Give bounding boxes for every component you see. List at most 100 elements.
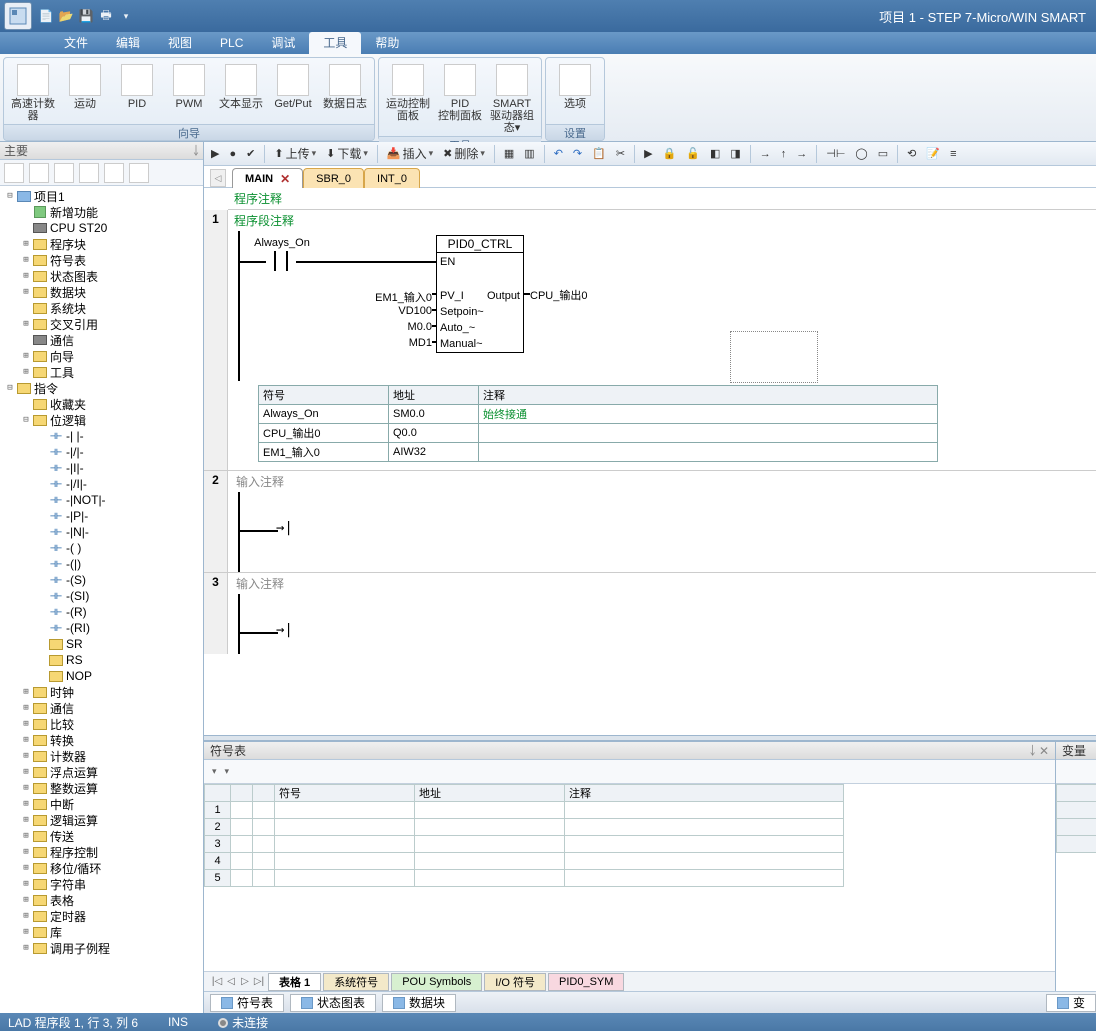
tree-调用子例程[interactable]: ⊞调用子例程 (0, 940, 203, 956)
save-icon[interactable]: 💾 (78, 8, 94, 24)
tree--(SI)[interactable]: ⊣⊢-(SI) (0, 588, 203, 604)
tree-收藏夹[interactable]: 收藏夹 (0, 396, 203, 412)
tree--(S)[interactable]: ⊣⊢-(S) (0, 572, 203, 588)
pin-icon[interactable]: ￬ (193, 142, 199, 159)
download-button[interactable]: ⬇ 下载 ▾ (323, 145, 371, 163)
pin-icon[interactable]: ￬ ✕ (1030, 742, 1049, 759)
tb-icon[interactable]: 🔓 (683, 145, 703, 163)
tree-通信[interactable]: 通信 (0, 332, 203, 348)
ribbon-选项[interactable]: 选项 (550, 60, 600, 122)
ribbon-SMART驱动器组态▾[interactable]: SMART驱动器组态▾ (487, 60, 537, 134)
menu-视图[interactable]: 视图 (154, 32, 206, 54)
tb-icon[interactable]: ▥ (521, 145, 537, 163)
print-icon[interactable]: 🖶 (98, 8, 114, 24)
ribbon-运动控制面板[interactable]: 运动控制面板 (383, 60, 433, 134)
variable-grid[interactable]: 1234 (1056, 784, 1096, 991)
ladder-canvas[interactable]: →| (228, 492, 1096, 572)
tree-定时器[interactable]: ⊞定时器 (0, 908, 203, 924)
tree-CPU ST20[interactable]: CPU ST20 (0, 220, 203, 236)
ftab-符号表[interactable]: 符号表 (210, 994, 284, 1012)
arg-auto[interactable]: M0.0 (356, 321, 432, 333)
undo-icon[interactable]: ↶ (551, 145, 566, 163)
ribbon-PID控制面板[interactable]: PID控制面板 (435, 60, 485, 134)
new-icon[interactable]: 📄 (38, 8, 54, 24)
tb-icon[interactable]: ⟲ (904, 145, 919, 163)
ribbon-PWM[interactable]: PWM (164, 60, 214, 122)
compile-icon[interactable]: ✔ (243, 145, 258, 163)
ribbon-数据日志[interactable]: 数据日志 (320, 60, 370, 122)
tree-时钟[interactable]: ⊞时钟 (0, 684, 203, 700)
tab-nav[interactable]: ◁ (224, 976, 238, 987)
tree-库[interactable]: ⊞库 (0, 924, 203, 940)
tb-icon[interactable]: ✂ (613, 145, 628, 163)
tree-传送[interactable]: ⊞传送 (0, 828, 203, 844)
tab-nav[interactable]: |◁ (210, 976, 224, 987)
arg-man[interactable]: MD1 (356, 337, 432, 349)
tb-icon[interactable]: → (793, 145, 810, 163)
tree-整数运算[interactable]: ⊞整数运算 (0, 780, 203, 796)
network-comment[interactable]: 程序段注释 (228, 210, 1096, 231)
ribbon-PID[interactable]: PID (112, 60, 162, 122)
tb-icon[interactable] (54, 163, 74, 183)
ftab-var[interactable]: 变 (1046, 994, 1096, 1012)
arg-pv[interactable]: EM1_输入0 (356, 289, 432, 305)
app-icon[interactable] (4, 2, 32, 30)
close-icon[interactable]: ✕ (280, 172, 290, 186)
tree-表格[interactable]: ⊞表格 (0, 892, 203, 908)
insert-button[interactable]: 📥 插入 ▾ (384, 145, 436, 163)
network-comment[interactable]: 输入注释 (228, 471, 1096, 492)
function-block[interactable]: PID0_CTRL EN PV_I Setpoin~ Auto_~ Manual… (436, 235, 524, 353)
tb-icon[interactable]: 🔒 (660, 145, 680, 163)
project-tree[interactable]: ⊟项目1新增功能CPU ST20⊞程序块⊞符号表⊞状态图表⊞数据块系统块⊞交叉引… (0, 186, 203, 1013)
btab-I/O 符号[interactable]: I/O 符号 (484, 973, 546, 991)
tree-字符串[interactable]: ⊞字符串 (0, 876, 203, 892)
ribbon-高速计数器[interactable]: 高速计数器 (8, 60, 58, 122)
menu-PLC[interactable]: PLC (206, 32, 257, 54)
tree--|/|-[interactable]: ⊣⊢-|/|- (0, 444, 203, 460)
menu-编辑[interactable]: 编辑 (102, 32, 154, 54)
menu-调试[interactable]: 调试 (257, 32, 309, 54)
tb-icon[interactable]: ▦ (501, 145, 517, 163)
tree--| |-[interactable]: ⊣⊢-| |- (0, 428, 203, 444)
tree-向导[interactable]: ⊞向导 (0, 348, 203, 364)
tree-工具[interactable]: ⊞工具 (0, 364, 203, 380)
tree--(RI)[interactable]: ⊣⊢-(RI) (0, 620, 203, 636)
tb-icon[interactable]: ◧ (707, 145, 723, 163)
btab-表格 1[interactable]: 表格 1 (268, 973, 321, 991)
contact-icon[interactable]: ⊣⊢ (823, 145, 848, 163)
tb-icon[interactable]: ◨ (727, 145, 743, 163)
ladder-canvas[interactable]: →| (228, 594, 1096, 654)
tree-浮点运算[interactable]: ⊞浮点运算 (0, 764, 203, 780)
tab-INT_0[interactable]: INT_0 (364, 168, 420, 188)
tree--|I|-[interactable]: ⊣⊢-|I|- (0, 460, 203, 476)
tree--(|)[interactable]: ⊣⊢-(|) (0, 556, 203, 572)
menu-帮助[interactable]: 帮助 (361, 32, 413, 54)
tree-通信[interactable]: ⊞通信 (0, 700, 203, 716)
tree-状态图表[interactable]: ⊞状态图表 (0, 268, 203, 284)
redo-icon[interactable]: ↷ (570, 145, 585, 163)
tb-icon[interactable]: 📝 (923, 145, 943, 163)
tree-计数器[interactable]: ⊞计数器 (0, 748, 203, 764)
ftab-数据块[interactable]: 数据块 (382, 994, 456, 1012)
program-comment[interactable]: 程序注释 (228, 188, 1096, 210)
tree-新增功能[interactable]: 新增功能 (0, 204, 203, 220)
tree-RS[interactable]: RS (0, 652, 203, 668)
tree-项目1[interactable]: ⊟项目1 (0, 188, 203, 204)
tree-系统块[interactable]: 系统块 (0, 300, 203, 316)
tree--(R)[interactable]: ⊣⊢-(R) (0, 604, 203, 620)
tb-icon[interactable] (104, 163, 124, 183)
coil-icon[interactable]: ◯ (852, 145, 870, 163)
tb-icon[interactable] (129, 163, 149, 183)
arg-out[interactable]: CPU_输出0 (530, 287, 600, 303)
btab-PID0_SYM[interactable]: PID0_SYM (548, 973, 624, 991)
tab-nav[interactable]: ▷| (252, 976, 266, 987)
ftab-状态图表[interactable]: 状态图表 (290, 994, 376, 1012)
ribbon-Get/Put[interactable]: Get/Put (268, 60, 318, 122)
tb-icon[interactable]: ≡ (947, 145, 959, 163)
tree--|NOT|-[interactable]: ⊣⊢-|NOT|- (0, 492, 203, 508)
btab-系统符号[interactable]: 系统符号 (323, 973, 389, 991)
qat-dropdown[interactable]: ▾ (118, 8, 134, 24)
ribbon-运动[interactable]: 运动 (60, 60, 110, 122)
tree-移位/循环[interactable]: ⊞移位/循环 (0, 860, 203, 876)
tree-中断[interactable]: ⊞中断 (0, 796, 203, 812)
